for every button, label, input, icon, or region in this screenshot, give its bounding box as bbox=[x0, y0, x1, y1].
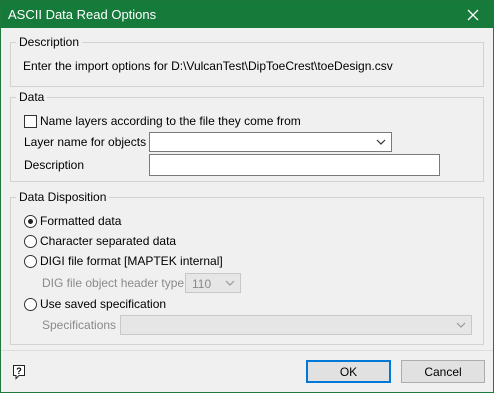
description-label: Description bbox=[24, 158, 85, 172]
title-bar[interactable]: ASCII Data Read Options bbox=[1, 1, 493, 28]
dig-header-type-value: 110 bbox=[192, 277, 212, 291]
name-layers-checkbox[interactable] bbox=[24, 115, 37, 128]
ok-button[interactable]: OK bbox=[306, 360, 391, 383]
description-group: Description Enter the import options for… bbox=[10, 35, 484, 87]
help-icon[interactable]: ? bbox=[12, 364, 26, 380]
radio-digi-format[interactable] bbox=[24, 255, 37, 268]
description-group-label: Description bbox=[16, 35, 83, 49]
svg-text:?: ? bbox=[16, 366, 22, 376]
radio-formatted-data[interactable] bbox=[24, 215, 37, 228]
import-description-text: Enter the import options for D:\VulcanTe… bbox=[23, 59, 393, 73]
layer-name-label: Layer name for objects bbox=[24, 135, 147, 149]
specifications-label: Specifications bbox=[42, 318, 117, 332]
description-input[interactable] bbox=[149, 154, 440, 176]
dig-header-type-label: DIG file object header type bbox=[42, 276, 185, 290]
close-button[interactable] bbox=[453, 1, 493, 28]
radio-saved-specification-label: Use saved specification bbox=[40, 297, 167, 311]
data-group: Data Name layers according to the file t… bbox=[10, 90, 484, 182]
chevron-down-icon bbox=[225, 280, 235, 286]
window-title: ASCII Data Read Options bbox=[8, 7, 157, 22]
radio-formatted-data-label: Formatted data bbox=[40, 214, 122, 228]
footer-separator bbox=[1, 350, 493, 351]
dig-header-type-select[interactable]: 110 bbox=[185, 273, 241, 293]
radio-character-separated[interactable] bbox=[24, 235, 37, 248]
data-group-label: Data bbox=[16, 90, 48, 104]
chevron-down-icon bbox=[456, 322, 466, 328]
dialog-window: ASCII Data Read Options Description Ente… bbox=[0, 0, 494, 393]
chevron-down-icon bbox=[376, 139, 386, 145]
name-layers-label: Name layers according to the file they c… bbox=[40, 114, 301, 128]
data-disposition-group: Data Disposition Formatted data Characte… bbox=[10, 190, 484, 345]
radio-saved-specification[interactable] bbox=[24, 298, 37, 311]
radio-character-separated-label: Character separated data bbox=[40, 234, 177, 248]
data-disposition-group-label: Data Disposition bbox=[16, 190, 110, 204]
specifications-select[interactable] bbox=[120, 315, 472, 335]
radio-digi-format-label: DIGI file format [MAPTEK internal] bbox=[40, 254, 223, 268]
cancel-button[interactable]: Cancel bbox=[401, 360, 485, 383]
layer-name-select[interactable] bbox=[149, 132, 392, 152]
close-icon bbox=[467, 9, 479, 20]
